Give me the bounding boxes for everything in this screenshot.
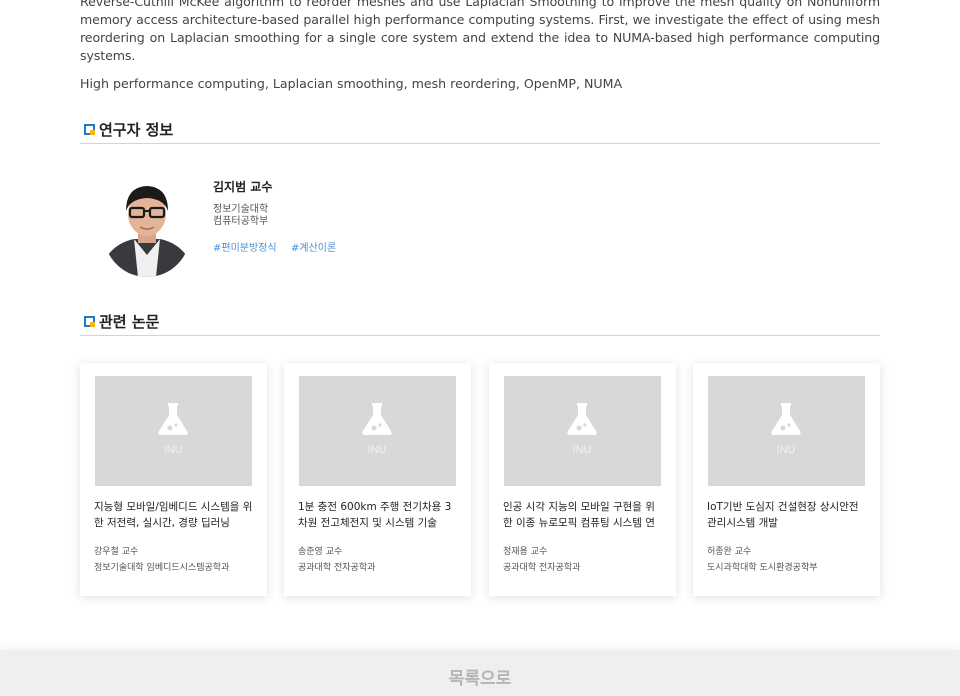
flask-icon: INU (158, 403, 188, 456)
researcher-college: 정보기술대학 (213, 204, 269, 215)
paper-department: 공과대학 전자공학과 (298, 563, 376, 573)
footer-bar: 목록으로 (0, 650, 960, 696)
section-title: 연구자 정보 (99, 121, 174, 139)
paper-title: IoT기반 도심지 건설현장 상시안전관리시스템 개발 (707, 501, 859, 529)
flask-icon: INU (362, 403, 392, 456)
svg-text:INU: INU (368, 444, 387, 456)
paper-thumbnail: INU (299, 376, 456, 486)
researcher-section-header: 연구자 정보 (80, 114, 880, 144)
paper-card[interactable]: INU IoT기반 도심지 건설현장 상시안전관리시스템 개발 허종완 교수 도… (693, 363, 880, 596)
paper-card[interactable]: INU 인공 시각 지능의 모바일 구현을 위한 이종 뉴로모픽 컴퓨팅 시스템… (489, 363, 676, 596)
paper-card[interactable]: INU 지능형 모바일/임베디드 시스템을 위한 저전력, 실시간, 경량 딥러… (80, 363, 267, 596)
svg-text:INU: INU (164, 444, 183, 456)
flask-icon: INU (567, 403, 597, 456)
paper-title: 지능형 모바일/임베디드 시스템을 위한 저전력, 실시간, 경량 딥러닝 (94, 501, 253, 529)
paper-professor: 정재용 교수 (503, 547, 548, 557)
paper-department: 공과대학 전자공학과 (503, 563, 581, 573)
paper-thumbnail: INU (95, 376, 252, 486)
research-tag[interactable]: #계산이론 (291, 239, 336, 254)
paper-department: 도시과학대학 도시환경공학부 (707, 563, 818, 573)
paper-professor: 송준영 교수 (298, 547, 343, 557)
abstract-text: Reverse-Cuthill McKee algorithm to reord… (80, 0, 880, 63)
paper-department: 정보기술대학 임베디드시스템공학과 (94, 563, 230, 573)
avatar (104, 181, 190, 277)
svg-text:INU: INU (573, 444, 592, 456)
paper-title: 인공 시각 지능의 모바일 구현을 위한 이종 뉴로모픽 컴퓨팅 시스템 연 (503, 501, 655, 529)
keywords-text: High performance computing, Laplacian sm… (80, 76, 623, 91)
paper-thumbnail: INU (504, 376, 661, 486)
paper-card[interactable]: INU 1분 충전 600km 주행 전기차용 3차원 전고체전지 및 시스템 … (284, 363, 471, 596)
paper-thumbnail: INU (708, 376, 865, 486)
paper-professor: 허종완 교수 (707, 547, 752, 557)
paper-title: 1분 충전 600km 주행 전기차용 3차원 전고체전지 및 시스템 기술 (298, 501, 452, 529)
section-square-icon (84, 316, 95, 327)
paper-professor: 강우철 교수 (94, 547, 139, 557)
papers-section-header: 관련 논문 (80, 306, 880, 336)
back-to-list-button[interactable]: 목록으로 (0, 664, 960, 689)
flask-icon: INU (771, 403, 801, 456)
research-tag[interactable]: #편미분방정식 (213, 239, 277, 254)
researcher-name: 김지범 교수 (213, 180, 273, 194)
svg-text:INU: INU (777, 444, 796, 456)
section-square-icon (84, 124, 95, 135)
researcher-department: 컴퓨터공학부 (213, 216, 269, 227)
section-title: 관련 논문 (99, 313, 160, 331)
